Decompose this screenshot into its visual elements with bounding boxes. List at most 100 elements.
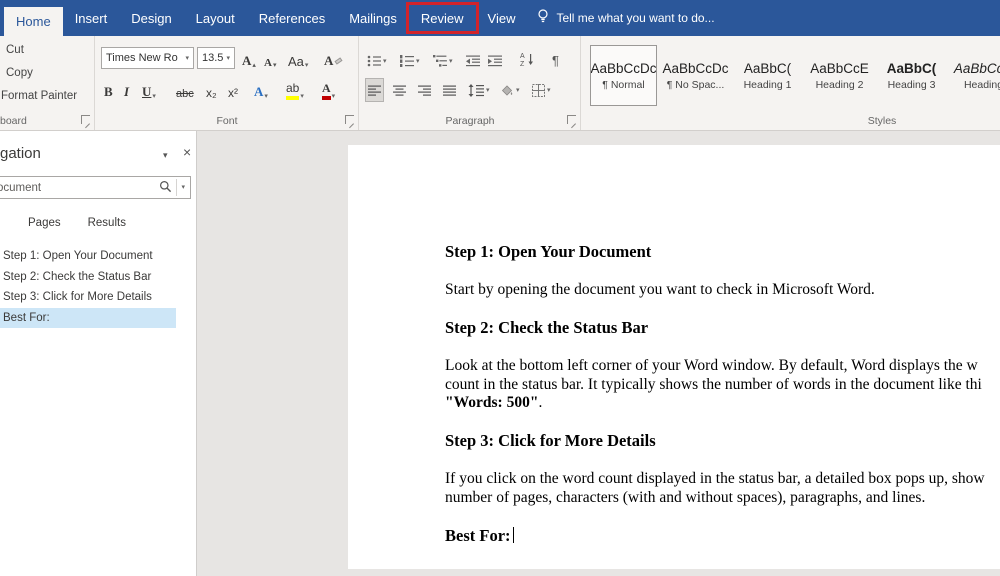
align-center-icon [393,85,406,96]
font-dialog-launcher-icon[interactable] [345,115,354,124]
navigation-pane-title: gation [0,145,41,162]
tab-view[interactable]: View [476,0,528,36]
close-icon[interactable]: × [183,144,191,160]
navigation-pane: gation ▾ × ocument ▾ Pages Results Step … [0,131,197,576]
lightbulb-icon [537,9,549,27]
chevron-down-icon: ▾ [449,57,453,65]
document-page[interactable]: Step 1: Open Your Document Start by open… [348,145,1000,569]
nav-tab-results[interactable]: Results [88,217,126,229]
align-left-button[interactable] [365,78,384,102]
borders-button[interactable]: ▾ [532,79,551,101]
change-case-button[interactable]: Aa ▾ [288,47,308,69]
tab-references[interactable]: References [247,0,337,36]
style-heading-2[interactable]: AaBbCcE Heading 2 [806,45,873,106]
tab-mailings[interactable]: Mailings [337,0,409,36]
multilevel-list-button[interactable]: ▾ [433,50,453,72]
nav-heading-step-3[interactable]: Step 3: Click for More Details [0,287,196,308]
nav-heading-step-2[interactable]: Step 2: Check the Status Bar [0,267,196,288]
chevron-down-icon: ▾ [300,93,304,100]
tab-home[interactable]: Home [4,7,63,36]
doc-heading-step-2: Step 2: Check the Status Bar [445,318,649,337]
style-heading-3[interactable]: AaBbC( Heading 3 [878,45,945,106]
bullets-button[interactable]: ▾ [367,50,387,72]
line-spacing-button[interactable]: ▾ [468,79,490,101]
tab-design[interactable]: Design [119,0,183,36]
chevron-down-icon: ▾ [383,57,387,65]
style-normal[interactable]: AaBbCcDc ¶ Normal [590,45,657,106]
multilevel-list-icon [433,55,447,67]
strikethrough-button[interactable]: abc [176,77,194,100]
chevron-down-icon[interactable]: ▾ [181,184,185,191]
nav-tab-pages[interactable]: Pages [28,217,61,229]
style-heading-1[interactable]: AaBbC( Heading 1 [734,45,801,106]
doc-paragraph-3-line-2: number of pages, characters (with and wi… [445,488,926,506]
sort-button[interactable]: AZ [520,48,535,70]
text-effects-button[interactable]: A ▾ [254,77,268,100]
chevron-down-icon: ▾ [304,62,309,69]
tell-me-box[interactable]: Tell me what you want to do... [537,0,715,36]
bullets-icon [367,55,381,67]
paragraph-group: ▾ ▾ ▾ AZ ¶ ▾ ▾ ▾ Paragraph [360,36,581,130]
align-right-button[interactable] [416,79,433,101]
numbering-button[interactable]: ▾ [400,50,420,72]
tab-layout[interactable]: Layout [184,0,247,36]
paragraph-group-label: Paragraph [445,115,495,127]
cut-button[interactable]: Cut [6,44,24,56]
doc-paragraph-2-line-2: count in the status bar. It typically sh… [445,375,982,393]
search-icon[interactable] [159,180,172,196]
doc-heading-step-1: Step 1: Open Your Document [445,242,652,261]
paint-bucket-icon [501,85,513,96]
doc-paragraph-3-line-1: If you click on the word count displayed… [445,470,985,487]
paragraph-dialog-launcher-icon[interactable] [567,115,576,124]
borders-icon [532,83,545,97]
tab-review[interactable]: Review [405,0,479,36]
italic-button[interactable]: I [124,77,129,100]
styles-gallery: AaBbCcDc ¶ Normal AaBbCcDc ¶ No Spac... … [590,45,1000,106]
styles-group: AaBbCcDc ¶ Normal AaBbCcDc ¶ No Spac... … [582,36,1000,130]
format-painter-button[interactable]: Format Painter [1,90,77,102]
nav-heading-step-1[interactable]: Step 1: Open Your Document [0,246,196,267]
show-formatting-marks-button[interactable]: ¶ [552,49,559,71]
chevron-down-icon: ▾ [264,93,268,100]
style-heading-4[interactable]: AaBbCcD Heading [950,45,1000,106]
chevron-down-icon: ▾ [226,54,230,62]
decrease-indent-button[interactable] [466,50,480,72]
align-center-button[interactable] [391,79,408,101]
shrink-font-button[interactable]: A ▾ [264,47,276,69]
clipboard-dialog-launcher-icon[interactable] [81,115,90,124]
font-color-button[interactable]: A ▾ [322,77,335,100]
superscript-button[interactable]: x² [228,77,238,100]
align-right-icon [418,85,431,96]
font-name-combobox[interactable]: Times New Ro ▾ [101,47,194,69]
ribbon: Cut Copy Format Painter board Times New … [0,36,1000,131]
justify-icon [443,85,456,96]
clear-formatting-button[interactable]: A [324,47,343,69]
subscript-button[interactable]: x₂ [206,77,217,100]
text-cursor [512,527,515,543]
grow-font-button[interactable]: A ▴ [242,47,256,69]
increase-indent-button[interactable] [488,50,502,72]
navigation-search-box[interactable]: ocument ▾ [0,176,191,199]
tab-review-label: Review [420,10,464,26]
justify-button[interactable] [441,79,458,101]
clipboard-group: Cut Copy Format Painter board [0,36,95,130]
copy-button[interactable]: Copy [6,67,33,79]
styles-group-label: Styles [867,115,897,127]
chevron-down-icon[interactable]: ▾ [163,150,168,161]
doc-paragraph-2-line-3: "Words: 500". [445,394,543,411]
chevron-down-icon: ▾ [152,93,156,100]
style-no-spacing[interactable]: AaBbCcDc ¶ No Spac... [662,45,729,106]
nav-heading-best-for[interactable]: Best For: [0,307,176,328]
line-spacing-icon [468,83,484,97]
bold-button[interactable]: B [104,77,113,100]
font-size-combobox[interactable]: 13.5 ▾ [197,47,235,69]
search-input[interactable]: ocument [0,182,159,194]
navigation-headings-list: Step 1: Open Your Document Step 2: Check… [0,246,196,328]
underline-button[interactable]: U ▾ [142,77,156,100]
highlight-color-button[interactable]: ab ▾ [286,77,304,100]
increase-indent-icon [488,55,502,67]
doc-paragraph-2-line-1: Look at the bottom left corner of your W… [445,357,978,374]
word-window: Home Insert Design Layout References Mai… [0,0,1000,576]
shading-button[interactable]: ▾ [500,79,520,101]
tab-insert[interactable]: Insert [63,0,120,36]
